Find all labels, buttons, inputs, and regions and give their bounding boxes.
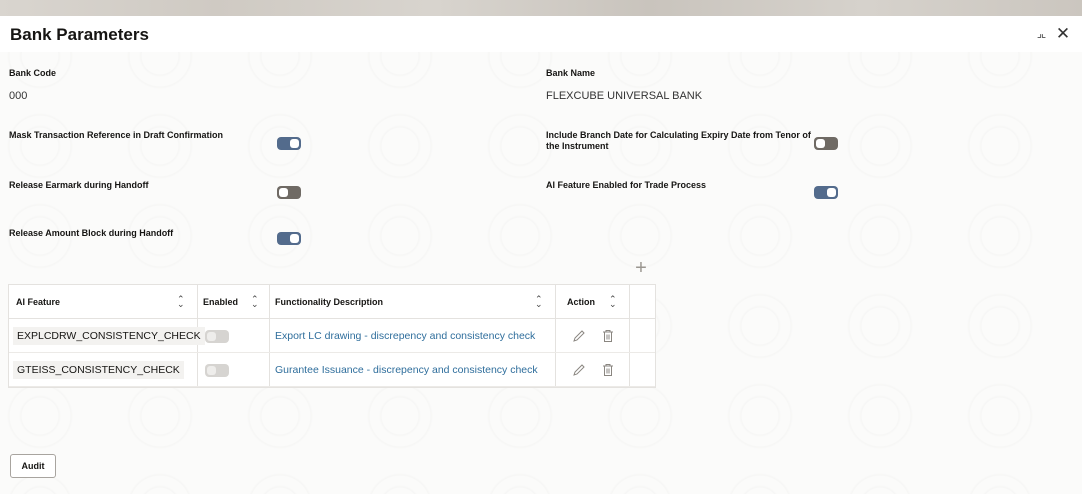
toggle-knob	[207, 366, 216, 375]
page-title: Bank Parameters	[10, 25, 149, 44]
bank-code-value: 000	[9, 90, 28, 102]
include-branch-date-toggle[interactable]	[814, 137, 838, 150]
column-header-enabled: Enabled	[203, 297, 239, 307]
sort-icon[interactable]: ⌃ ⌄	[535, 295, 543, 309]
ai-feature-table: AI Feature ⌃ ⌄ Enabled ⌃ ⌄ Functionality D…	[8, 284, 656, 388]
panel-header: Bank Parameters ⌟⌞ ✕	[0, 16, 1082, 52]
include-branch-date-label-line2: the Instrument	[546, 141, 609, 151]
sort-icon[interactable]: ⌃ ⌄	[177, 295, 185, 309]
audit-button[interactable]: Audit	[10, 454, 56, 478]
bank-name-label: Bank Name	[546, 68, 596, 78]
toggle-knob	[816, 139, 825, 148]
ai-feature-enabled-label: AI Feature Enabled for Trade Process	[546, 180, 707, 190]
toggle-knob	[279, 188, 288, 197]
sort-icon[interactable]: ⌃ ⌄	[251, 295, 259, 309]
release-amount-block-toggle[interactable]	[277, 232, 301, 245]
toggle-knob	[290, 139, 299, 148]
mask-transaction-reference-toggle[interactable]	[277, 137, 301, 150]
sort-icon[interactable]: ⌃ ⌄	[609, 295, 617, 309]
ai-feature-cell[interactable]: EXPLCDRW_CONSISTENCY_CHECK	[13, 327, 205, 345]
include-branch-date-label: Include Branch Date for Calculating Expi…	[546, 130, 811, 152]
toggle-knob	[207, 332, 216, 341]
toggle-knob	[827, 188, 836, 197]
trash-icon[interactable]	[601, 329, 615, 343]
table-row: GTEISS_CONSISTENCY_CHECK Gurantee Issuan…	[9, 353, 655, 387]
column-header-action: Action	[567, 297, 595, 307]
bank-name-value: FLEXCUBE UNIVERSAL BANK	[546, 90, 703, 102]
enabled-toggle	[205, 364, 229, 377]
close-icon[interactable]: ✕	[1054, 24, 1072, 44]
add-row-button[interactable]: +	[632, 258, 650, 278]
column-header-functionality-description: Functionality Description	[275, 297, 384, 307]
functionality-description-link[interactable]: Export LC drawing - discrepency and cons…	[275, 319, 535, 353]
release-earmark-toggle[interactable]	[277, 186, 301, 199]
functionality-description-link[interactable]: Gurantee Issuance - discrepency and cons…	[275, 353, 538, 387]
include-branch-date-label-line1: Include Branch Date for Calculating Expi…	[546, 130, 811, 140]
bank-parameters-panel: Bank Parameters ⌟⌞ ✕ Bank Code 000 Bank …	[0, 16, 1082, 494]
mask-transaction-reference-label: Mask Transaction Reference in Draft Conf…	[9, 130, 224, 140]
column-header-ai-feature: AI Feature	[16, 297, 61, 307]
bank-code-label: Bank Code	[9, 68, 57, 78]
enabled-toggle	[205, 330, 229, 343]
release-earmark-label: Release Earmark during Handoff	[9, 180, 149, 190]
toggle-knob	[290, 234, 299, 243]
minimize-icon[interactable]: ⌟⌞	[1032, 24, 1050, 44]
pencil-icon[interactable]	[572, 329, 586, 343]
table-row: EXPLCDRW_CONSISTENCY_CHECK Export LC dra…	[9, 319, 655, 353]
ai-feature-enabled-toggle[interactable]	[814, 186, 838, 199]
trash-icon[interactable]	[601, 363, 615, 377]
pencil-icon[interactable]	[572, 363, 586, 377]
table-header: AI Feature ⌃ ⌄ Enabled ⌃ ⌄ Functionality D…	[9, 285, 655, 319]
window-top-banner	[0, 0, 1082, 16]
release-amount-block-label: Release Amount Block during Handoff	[9, 228, 174, 238]
ai-feature-cell[interactable]: GTEISS_CONSISTENCY_CHECK	[13, 361, 184, 379]
